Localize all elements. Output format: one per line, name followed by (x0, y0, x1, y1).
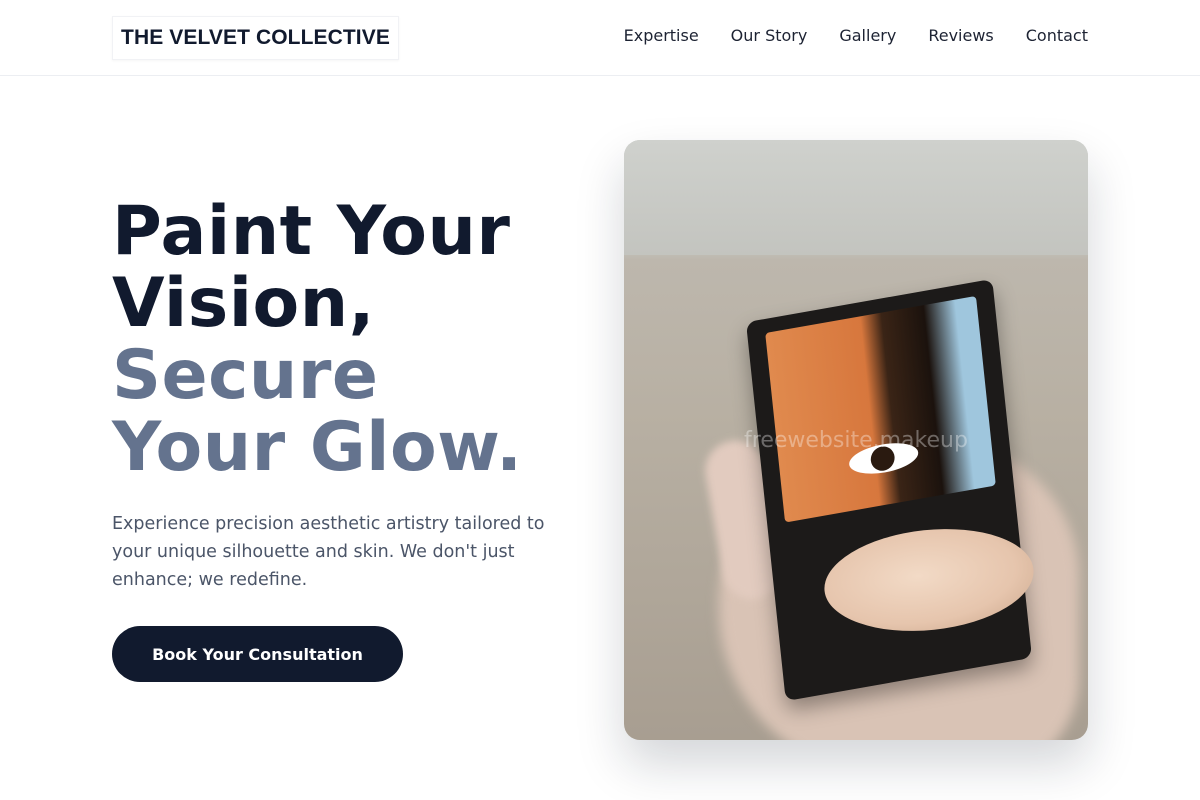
hero-headline: Paint Your Vision, Secure Your Glow. (112, 196, 592, 484)
nav-link-contact[interactable]: Contact (1026, 24, 1088, 48)
headline-line-4: Your Glow. (112, 408, 523, 487)
image-watermark: freewebsite.makeup (744, 428, 968, 453)
nav-link-our-story[interactable]: Our Story (731, 24, 808, 48)
main-nav: Expertise Our Story Gallery Reviews Cont… (624, 24, 1088, 48)
nav-link-gallery[interactable]: Gallery (839, 24, 896, 48)
site-header: THE VELVET COLLECTIVE Expertise Our Stor… (0, 0, 1200, 76)
book-consultation-button[interactable]: Book Your Consultation (112, 626, 403, 682)
image-background-wall (624, 140, 1088, 255)
hero-image: freewebsite.makeup (624, 140, 1088, 740)
hero-description: Experience precision aesthetic artistry … (112, 514, 545, 590)
headline-line-1: Paint Your (112, 192, 511, 271)
headline-line-3: Secure (112, 336, 379, 415)
image-compact-mirror (745, 278, 1033, 702)
brand-logo[interactable]: THE VELVET COLLECTIVE (112, 16, 399, 60)
nav-link-expertise[interactable]: Expertise (624, 24, 699, 48)
image-mirror-reflection (765, 295, 996, 523)
nav-link-reviews[interactable]: Reviews (928, 24, 993, 48)
headline-line-2: Vision, (112, 264, 375, 343)
